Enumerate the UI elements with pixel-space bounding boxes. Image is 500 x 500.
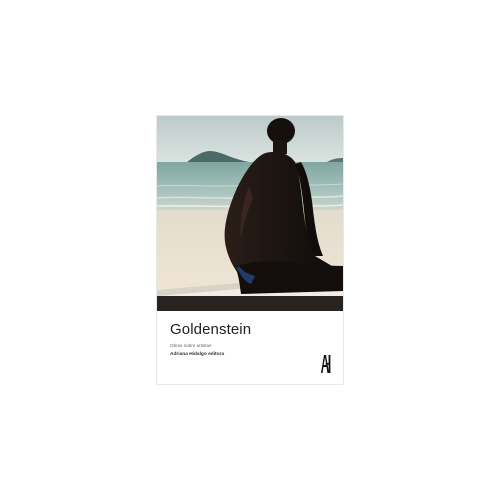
book-cover: Goldenstein Obras sobre artistas Adriana… [157, 116, 343, 384]
publisher-name: Adriana Hidalgo editora [170, 352, 225, 357]
wall-shadow [157, 296, 343, 311]
publisher-logo-icon [320, 354, 332, 374]
cover-photo [157, 116, 343, 311]
book-title: Goldenstein [170, 321, 252, 338]
sky [157, 116, 343, 162]
series-name: Obras sobre artistas [170, 343, 212, 348]
